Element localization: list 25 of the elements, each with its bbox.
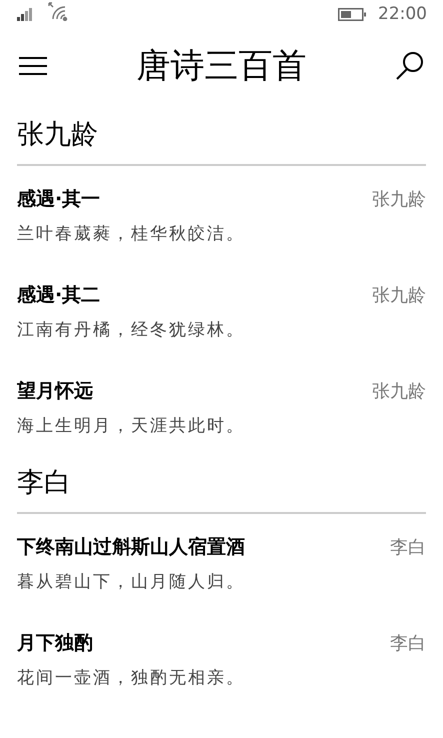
poem-author: 张九龄 <box>372 284 426 307</box>
poem-excerpt: 花间一壶酒，独酌无相亲。 <box>17 667 246 689</box>
battery-icon <box>338 8 366 20</box>
poem-excerpt: 江南有丹橘，经冬犹绿林。 <box>17 319 246 341</box>
search-button[interactable] <box>395 51 425 81</box>
poem-title[interactable]: 感遇·其一 <box>17 186 100 212</box>
section-header: 张九龄 <box>17 104 426 166</box>
poem-excerpt: 暮从碧山下，山月随人归。 <box>17 571 246 593</box>
app-title: 唐诗三百首 <box>136 45 308 88</box>
poem-excerpt: 兰叶春葳蕤，桂华秋皎洁。 <box>17 223 246 245</box>
section-header: 李白 <box>17 454 426 514</box>
poem-author: 张九龄 <box>372 380 426 403</box>
menu-button[interactable] <box>18 55 48 77</box>
poem-title[interactable]: 望月怀远 <box>17 378 93 404</box>
poem-excerpt: 海上生明月，天涯共此时。 <box>17 415 246 437</box>
poem-title[interactable]: 下终南山过斛斯山人宿置酒 <box>17 534 245 560</box>
poem-author: 张九龄 <box>372 188 426 211</box>
menu-icon <box>18 55 48 77</box>
poem-author: 李白 <box>390 536 426 559</box>
poem-author: 李白 <box>390 632 426 655</box>
poem-title[interactable]: 感遇·其二 <box>17 282 100 308</box>
status-time: 22:00 <box>378 4 427 24</box>
wifi-icon <box>47 1 69 21</box>
search-icon <box>395 51 425 81</box>
poem-title[interactable]: 月下独酌 <box>17 630 93 656</box>
